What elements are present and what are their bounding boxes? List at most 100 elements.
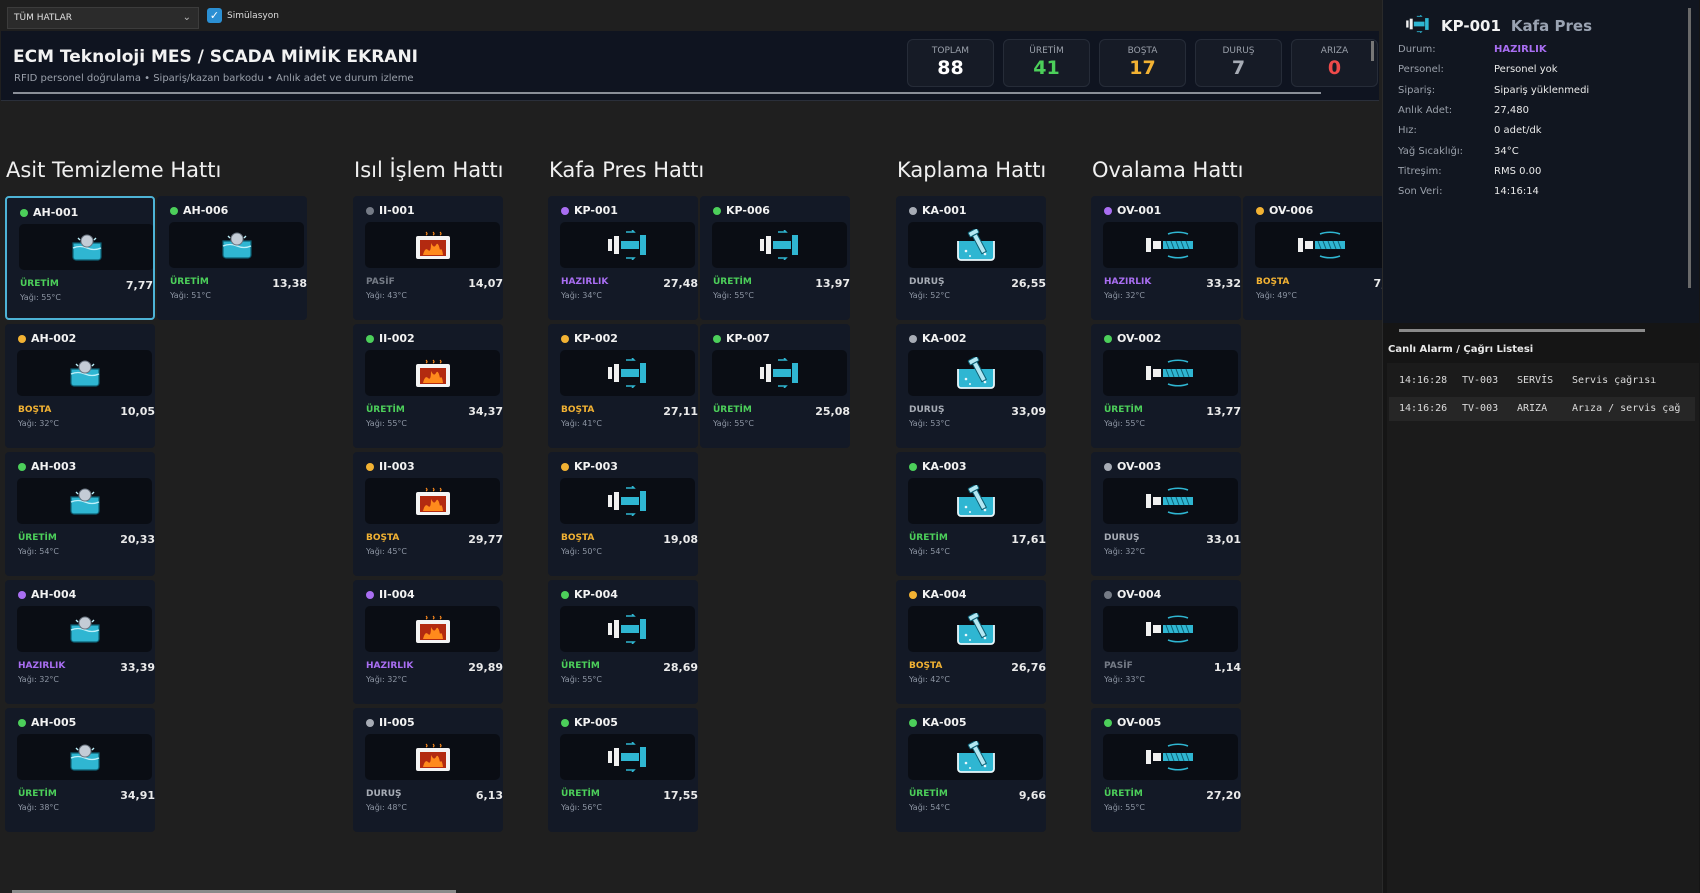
machine-status: ÜRETİM xyxy=(170,277,209,287)
machine-id: OV-006 xyxy=(1256,204,1313,217)
machine-card[interactable]: II-003 BOŞTA 29,77 Yağı: 45°C xyxy=(353,452,503,576)
machine-card[interactable]: AH-001 ÜRETİM 7,77 Yağı: 55°C xyxy=(5,196,155,320)
stat-value: 88 xyxy=(937,57,964,79)
page-subtitle: RFID personel doğrulama • Sipariş/kazan … xyxy=(14,73,414,84)
machine-id-label: KP-001 xyxy=(574,204,618,217)
machine-id: AH-003 xyxy=(18,460,76,473)
machine-id: KP-001 xyxy=(561,204,618,217)
machine-oil-temp: Yağı: 55°C xyxy=(1104,803,1145,812)
machine-card[interactable]: OV-002 ÜRETİM 13,77 Yağı: 55°C xyxy=(1091,324,1241,448)
machine-status: ÜRETİM xyxy=(1104,789,1143,799)
machine-card[interactable]: II-004 HAZIRLIK 29,89 Yağı: 32°C xyxy=(353,580,503,704)
alarm-row[interactable]: 14:16:26 TV-003 ARIZA Arıza / servis çağ xyxy=(1389,397,1695,421)
acid-tank-icon xyxy=(169,222,304,268)
machine-card[interactable]: KP-002 BOŞTA 27,11 Yağı: 41°C xyxy=(548,324,698,448)
machine-card[interactable]: KP-004 ÜRETİM 28,69 Yağı: 55°C xyxy=(548,580,698,704)
machine-oil-temp: Yağı: 45°C xyxy=(366,547,407,556)
machine-card[interactable]: AH-003 ÜRETİM 20,33 Yağı: 54°C xyxy=(5,452,155,576)
machine-id-label: KA-001 xyxy=(922,204,967,217)
machine-oil-temp: Yağı: 55°C xyxy=(713,419,754,428)
machine-card[interactable]: AH-004 HAZIRLIK 33,39 Yağı: 32°C xyxy=(5,580,155,704)
page-title: ECM Teknoloji MES / SCADA MİMİK EKRANI xyxy=(13,47,419,67)
line-filter-value: TÜM HATLAR xyxy=(14,13,73,23)
machine-id-label: KP-006 xyxy=(726,204,770,217)
machine-card[interactable]: AH-002 BOŞTA 10,05 Yağı: 32°C xyxy=(5,324,155,448)
acid-tank-icon xyxy=(17,606,152,652)
line-filter-select[interactable]: TÜM HATLAR ⌄ xyxy=(7,7,199,29)
top-toolbar: TÜM HATLAR ⌄ ✓ Simülasyon xyxy=(0,0,1382,34)
machine-card[interactable]: OV-003 DURUŞ 33,01 Yağı: 32°C xyxy=(1091,452,1241,576)
alarm-row[interactable]: 14:16:28 TV-003 SERVİS Servis çağrısı xyxy=(1389,369,1695,393)
detail-label: Son Veri: xyxy=(1398,186,1443,198)
machine-status: PASİF xyxy=(366,277,395,287)
machine-id-label: OV-002 xyxy=(1117,332,1162,345)
machine-card[interactable]: II-001 PASİF 14,07 Yağı: 43°C xyxy=(353,196,503,320)
status-dot xyxy=(20,208,28,217)
machine-card[interactable]: KP-006 ÜRETİM 13,97 Yağı: 55°C xyxy=(700,196,850,320)
status-dot xyxy=(909,206,917,215)
detail-value: 34°C xyxy=(1494,145,1519,157)
machine-status: HAZIRLIK xyxy=(18,661,66,671)
stat-value: 0 xyxy=(1327,57,1342,79)
head-press-icon xyxy=(1405,14,1431,37)
machine-status: BOŞTA xyxy=(366,533,400,543)
machine-card[interactable]: KA-004 BOŞTA 26,76 Yağı: 42°C xyxy=(896,580,1046,704)
header-scrollbar[interactable] xyxy=(1371,41,1374,61)
thread-rolling-icon xyxy=(1103,734,1238,780)
machine-count: 13,97 xyxy=(815,277,850,290)
detail-horizontal-scrollbar[interactable] xyxy=(1399,329,1645,332)
machine-card[interactable]: KA-001 DURUŞ 26,55 Yağı: 52°C xyxy=(896,196,1046,320)
machine-card[interactable]: KA-003 ÜRETİM 17,61 Yağı: 54°C xyxy=(896,452,1046,576)
machine-status: PASİF xyxy=(1104,661,1133,671)
machine-count: 19,08 xyxy=(663,533,698,546)
machine-card[interactable]: AH-006 ÜRETİM 13,38 Yağı: 51°C xyxy=(157,196,307,320)
machine-oil-temp: Yağı: 32°C xyxy=(1104,547,1145,556)
simulation-checkbox[interactable]: ✓ xyxy=(207,8,222,23)
machine-id-label: II-005 xyxy=(379,716,415,729)
machine-card[interactable]: KA-005 ÜRETİM 9,66 Yağı: 54°C xyxy=(896,708,1046,832)
detail-vertical-scrollbar[interactable] xyxy=(1688,8,1691,288)
status-dot xyxy=(366,718,374,727)
machine-card[interactable]: KP-001 HAZIRLIK 27,48 Yağı: 34°C xyxy=(548,196,698,320)
machine-card[interactable]: II-002 ÜRETİM 34,37 Yağı: 55°C xyxy=(353,324,503,448)
machine-id-label: KA-002 xyxy=(922,332,967,345)
machine-card[interactable]: KA-002 DURUŞ 33,09 Yağı: 53°C xyxy=(896,324,1046,448)
machine-oil-temp: Yağı: 32°C xyxy=(366,675,407,684)
detail-label: Titreşim: xyxy=(1398,165,1442,177)
alarm-machine: TV-003 xyxy=(1462,403,1499,414)
status-dot xyxy=(1256,206,1264,215)
machine-count: 25,08 xyxy=(815,405,850,418)
machine-card[interactable]: KP-003 BOŞTA 19,08 Yağı: 50°C xyxy=(548,452,698,576)
machine-card[interactable]: OV-005 ÜRETİM 27,20 Yağı: 55°C xyxy=(1091,708,1241,832)
machine-id: II-001 xyxy=(366,204,415,217)
machine-id-label: II-002 xyxy=(379,332,415,345)
machine-status: ÜRETİM xyxy=(18,533,57,543)
line-title: Ovalama Hattı xyxy=(1092,158,1244,182)
alarm-list: 14:16:28 TV-003 SERVİS Servis çağrısı 14:16:… xyxy=(1387,363,1699,893)
simulation-toggle[interactable]: ✓ Simülasyon xyxy=(207,8,279,23)
machine-card[interactable]: OV-004 PASİF 1,14 Yağı: 33°C xyxy=(1091,580,1241,704)
alarm-type: ARIZA xyxy=(1517,403,1548,414)
machine-id: KA-005 xyxy=(909,716,967,729)
alarm-time: 14:16:26 xyxy=(1399,403,1448,414)
machine-oil-temp: Yağı: 32°C xyxy=(18,419,59,428)
machine-id: KA-003 xyxy=(909,460,967,473)
machine-status: DURUŞ xyxy=(1104,533,1140,543)
machine-count: 29,77 xyxy=(468,533,503,546)
machine-card[interactable]: KP-007 ÜRETİM 25,08 Yağı: 55°C xyxy=(700,324,850,448)
machine-card[interactable]: KP-005 ÜRETİM 17,55 Yağı: 56°C xyxy=(548,708,698,832)
machine-id-label: II-003 xyxy=(379,460,415,473)
machine-card[interactable]: OV-001 HAZIRLIK 33,32 Yağı: 32°C xyxy=(1091,196,1241,320)
machine-oil-temp: Yağı: 55°C xyxy=(561,675,602,684)
machine-card[interactable]: OV-006 BOŞTA 7,4 Yağı: 49°C xyxy=(1243,196,1382,320)
machine-card[interactable]: AH-005 ÜRETİM 34,91 Yağı: 38°C xyxy=(5,708,155,832)
status-dot xyxy=(18,334,26,343)
detail-label: Sipariş: xyxy=(1398,84,1436,96)
machine-card[interactable]: II-005 DURUŞ 6,13 Yağı: 48°C xyxy=(353,708,503,832)
machine-count: 17,55 xyxy=(663,789,698,802)
machine-id: OV-005 xyxy=(1104,716,1161,729)
machine-status: ÜRETİM xyxy=(713,277,752,287)
machine-id-label: KP-007 xyxy=(726,332,770,345)
detail-header: KP-001 Kafa Pres xyxy=(1405,14,1592,37)
status-dot xyxy=(909,462,917,471)
